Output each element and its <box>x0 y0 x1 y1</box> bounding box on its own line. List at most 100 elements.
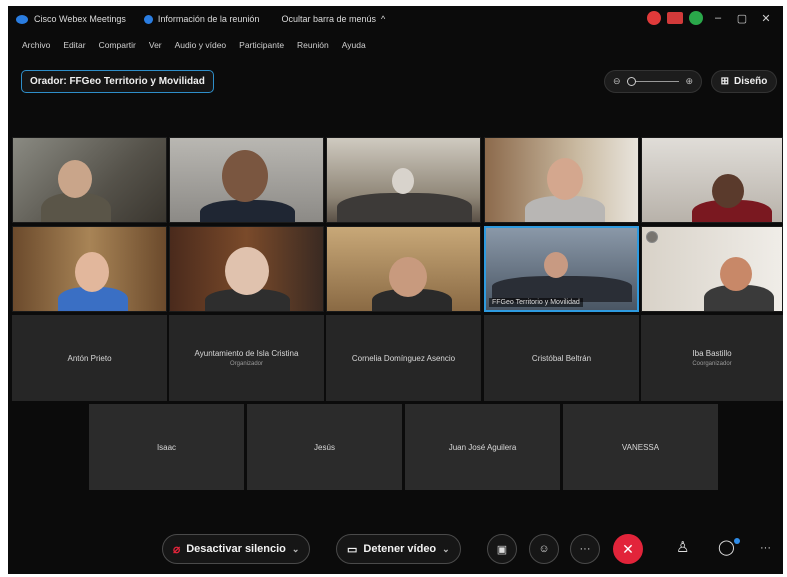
share-icon: ▣ <box>496 543 508 556</box>
unmute-button[interactable]: ⌀ Desactivar silencio ⌄ <box>162 534 311 564</box>
participant-tile[interactable]: Cornelia Domínguez Asencio <box>326 315 481 401</box>
video-tile[interactable] <box>12 137 167 223</box>
video-tile[interactable] <box>641 226 783 312</box>
video-tile[interactable] <box>326 226 481 312</box>
video-tile[interactable] <box>641 137 783 223</box>
app-title: Cisco Webex Meetings <box>34 14 126 24</box>
participant-video <box>75 252 109 292</box>
participant-tile[interactable]: Antón Prieto <box>12 315 167 401</box>
hide-menu-bar-button[interactable]: Ocultar barra de menús <box>281 14 376 24</box>
video-tile[interactable] <box>12 226 167 312</box>
menu-bar: Archivo Editar Compartir Ver Audio y víd… <box>22 40 366 50</box>
video-tile[interactable] <box>169 137 324 223</box>
participant-video <box>389 257 427 297</box>
participant-tile[interactable]: Juan José Aguilera <box>405 404 560 490</box>
chat-bubble-icon: ◯ <box>718 539 735 556</box>
person-icon: ♙ <box>676 539 690 556</box>
menu-item-participante[interactable]: Participante <box>239 40 284 50</box>
stop-video-button[interactable]: ▭ Detener vídeo ⌄ <box>336 534 461 564</box>
meeting-info-link[interactable]: Información de la reunión <box>158 14 260 24</box>
participant-video <box>547 158 583 200</box>
participant-tile[interactable]: Jesús <box>247 404 402 490</box>
title-bar-right: – ▢ ✕ <box>647 11 775 25</box>
participant-name: Isaac <box>156 442 177 452</box>
participant-video <box>544 252 568 278</box>
active-speaker-chip[interactable]: Orador: FFGeo Territorio y Movilidad <box>21 70 214 93</box>
participant-tile[interactable]: Iba Bastillo Coorganizador <box>641 315 783 401</box>
video-label: FFGeo Territorio y Movilidad <box>489 298 583 307</box>
grid-icon: ⊞ <box>720 76 730 87</box>
menu-item-compartir[interactable]: Compartir <box>99 40 136 50</box>
participant-name: Ayuntamiento de Isla Cristina <box>194 349 299 358</box>
connection-icon[interactable] <box>689 11 703 25</box>
video-tile[interactable] <box>169 226 324 312</box>
participant-name: VANESSA <box>621 442 660 452</box>
participant-video <box>225 247 269 295</box>
participant-video <box>337 193 472 222</box>
microphone-muted-icon: ⌀ <box>173 542 181 556</box>
more-options-button[interactable]: ··· <box>570 534 600 564</box>
participant-name: Antón Prieto <box>67 353 112 363</box>
close-icon: ✕ <box>622 540 634 557</box>
layout-button[interactable]: ⊞ Diseño <box>711 70 777 93</box>
menu-item-reunion[interactable]: Reunión <box>297 40 329 50</box>
menu-item-editar[interactable]: Editar <box>63 40 85 50</box>
emoji-icon: ☺ <box>538 543 550 555</box>
more-icon: ··· <box>760 542 771 554</box>
zoom-out-icon[interactable]: ⊖ <box>613 76 621 87</box>
participant-name: Iba Bastillo <box>692 349 732 358</box>
participant-name: Cristóbal Beltrán <box>531 353 592 363</box>
notification-dot <box>734 538 740 544</box>
chevron-down-icon[interactable]: ⌄ <box>442 544 450 555</box>
participant-name: Jesús <box>314 442 335 452</box>
zoom-in-icon[interactable]: ⊕ <box>685 76 693 87</box>
maximize-icon[interactable]: ▢ <box>733 12 751 25</box>
participant-video <box>200 200 295 222</box>
meeting-controls: ⌀ Desactivar silencio ⌄ ▭ Detener vídeo … <box>8 530 783 574</box>
menu-item-ver[interactable]: Ver <box>149 40 162 50</box>
participant-tile[interactable]: Cristóbal Beltrán <box>484 315 639 401</box>
chevron-up-icon[interactable]: ^ <box>381 14 385 24</box>
zoom-slider[interactable]: ⊖ ⊕ <box>604 70 702 93</box>
participant-video <box>392 168 414 194</box>
participant-video <box>222 150 268 202</box>
recording-icon[interactable] <box>667 12 683 24</box>
video-tile-active-speaker[interactable]: FFGeo Territorio y Movilidad <box>484 226 639 312</box>
participants-button[interactable]: ♙ <box>676 538 689 556</box>
pin-icon[interactable] <box>646 231 658 243</box>
leave-meeting-button[interactable]: ✕ <box>613 534 643 564</box>
participant-role: Organizador <box>229 361 264 367</box>
participant-name: Juan José Aguilera <box>448 442 517 452</box>
participant-video <box>720 257 752 291</box>
video-tile[interactable] <box>326 137 481 223</box>
webex-window: Cisco Webex Meetings Información de la r… <box>8 6 783 574</box>
participant-video <box>525 196 605 222</box>
chat-button[interactable]: ◯ <box>718 538 735 556</box>
menu-item-ayuda[interactable]: Ayuda <box>342 40 366 50</box>
chevron-down-icon[interactable]: ⌄ <box>292 544 300 555</box>
menu-item-archivo[interactable]: Archivo <box>22 40 50 50</box>
participant-tile[interactable]: Ayuntamiento de Isla Cristina Organizado… <box>169 315 324 401</box>
video-camera-icon: ▭ <box>347 543 358 556</box>
zoom-knob[interactable] <box>626 77 636 86</box>
title-bar: Cisco Webex Meetings Información de la r… <box>8 6 783 32</box>
participant-tile[interactable]: VANESSA <box>563 404 718 490</box>
participant-name: Cornelia Domínguez Asencio <box>351 353 456 363</box>
zoom-track[interactable] <box>626 77 680 86</box>
shield-icon[interactable] <box>143 14 153 24</box>
more-icon: ··· <box>579 543 591 555</box>
participant-tile[interactable]: Isaac <box>89 404 244 490</box>
alert-icon[interactable] <box>647 11 661 25</box>
webex-logo-icon <box>16 14 28 24</box>
minimize-icon[interactable]: – <box>709 12 727 24</box>
stop-video-label: Detener vídeo <box>363 543 437 555</box>
participant-video <box>712 174 744 208</box>
more-panels-button[interactable]: ··· <box>760 542 771 554</box>
reactions-button[interactable]: ☺ <box>529 534 559 564</box>
close-icon[interactable]: ✕ <box>757 12 775 25</box>
video-tile[interactable] <box>484 137 639 223</box>
menu-item-audio-video[interactable]: Audio y vídeo <box>175 40 227 50</box>
share-screen-button[interactable]: ▣ <box>487 534 517 564</box>
participant-video <box>58 160 92 198</box>
layout-label: Diseño <box>734 76 768 87</box>
